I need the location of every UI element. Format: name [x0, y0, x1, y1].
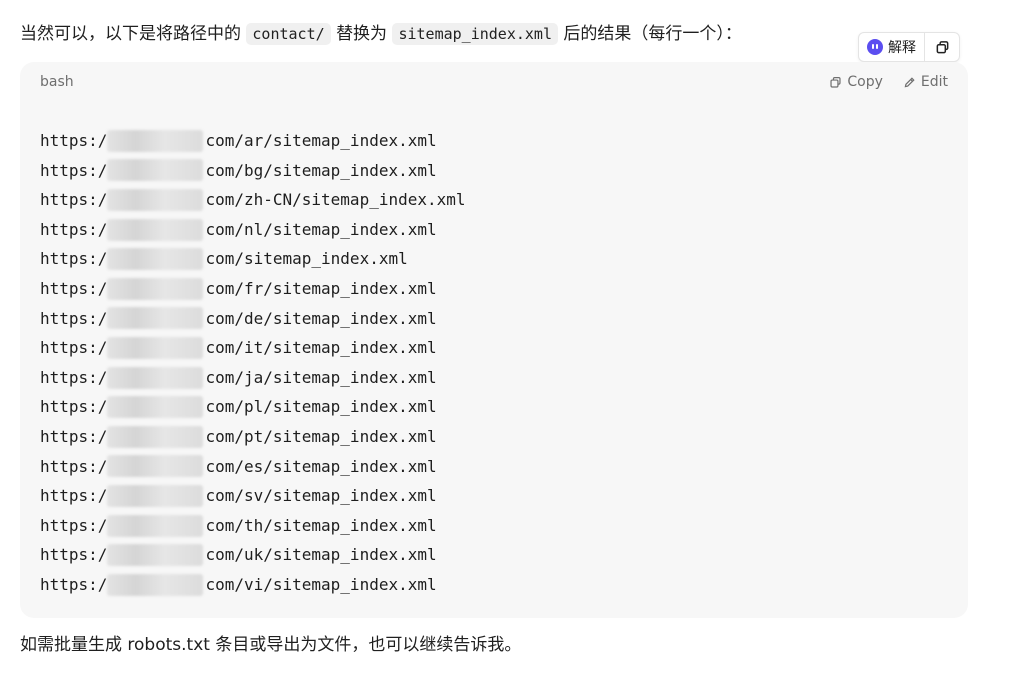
url-path: com/ja/sitemap_index.xml [205, 367, 437, 387]
code-line: https:/ com/bg/sitemap_index.xml [40, 156, 466, 186]
code-line: https:/ com/sitemap_index.xml [40, 244, 466, 274]
redacted-domain [107, 396, 204, 419]
url-path: com/sv/sitemap_index.xml [205, 486, 437, 506]
url-scheme: https:/ [40, 131, 108, 150]
url-path: com/uk/sitemap_index.xml [205, 545, 437, 565]
url-path: com/de/sitemap_index.xml [205, 308, 437, 328]
redacted-domain [107, 573, 204, 596]
redacted-domain [107, 129, 204, 152]
redacted-domain [107, 366, 204, 389]
redacted-domain [107, 248, 204, 271]
redacted-domain [107, 336, 204, 359]
code-line: https:/ com/th/sitemap_index.xml [40, 511, 466, 541]
copy-code-button[interactable]: Copy [829, 74, 883, 90]
code-block: bash Copy Edit https:/ com/ar/sitemap_ind… [20, 62, 968, 618]
code-line: https:/ com/sv/sitemap_index.xml [40, 481, 466, 511]
url-path: com/nl/sitemap_index.xml [205, 219, 437, 239]
redacted-domain [107, 307, 204, 330]
url-scheme: https:/ [40, 190, 108, 210]
inline-code-contact: contact/ [246, 23, 331, 45]
intro-text-middle: 替换为 [336, 24, 388, 44]
code-line: https:/ com/fr/sitemap_index.xml [40, 274, 466, 304]
url-scheme: https:/ [40, 367, 108, 387]
url-path: com/ar/sitemap_index.xml [205, 131, 437, 150]
copy-selection-button[interactable] [924, 33, 959, 61]
explain-label: 解释 [888, 40, 916, 56]
url-path: com/bg/sitemap_index.xml [205, 160, 437, 180]
intro-text-before: 当然可以，以下是将路径中的 [20, 24, 241, 44]
pencil-icon [904, 76, 915, 87]
edit-code-button[interactable]: Edit [903, 74, 948, 90]
url-path: com/zh-CN/sitemap_index.xml [205, 190, 466, 210]
redacted-domain [107, 514, 204, 537]
code-line: https:/ com/zh-CN/sitemap_index.xml [40, 185, 466, 215]
url-path: com/fr/sitemap_index.xml [205, 278, 437, 298]
code-line: https:/ com/uk/sitemap_index.xml [40, 540, 466, 570]
url-scheme: https:/ [40, 278, 108, 298]
code-line: https:/ com/pl/sitemap_index.xml [40, 392, 466, 422]
url-path: com/sitemap_index.xml [205, 249, 408, 269]
floating-toolbar: 解释 [858, 32, 960, 62]
url-scheme: https:/ [40, 249, 108, 269]
code-lines: https:/ com/ar/sitemap_index.xml https:/ c… [40, 126, 466, 600]
url-scheme: https:/ [40, 426, 108, 446]
url-scheme: https:/ [40, 308, 108, 328]
code-line: https:/ com/de/sitemap_index.xml [40, 304, 466, 334]
code-actions: Copy Edit [829, 74, 948, 90]
copy-icon [936, 40, 948, 53]
url-scheme: https:/ [40, 219, 108, 239]
copy-icon [830, 76, 841, 88]
code-line: https:/ com/it/sitemap_index.xml [40, 333, 466, 363]
url-path: com/pt/sitemap_index.xml [205, 426, 437, 446]
url-scheme: https:/ [40, 456, 108, 476]
code-line: https:/ com/ja/sitemap_index.xml [40, 363, 466, 393]
url-scheme: https:/ [40, 545, 108, 565]
bot-icon [867, 39, 883, 55]
redacted-domain [107, 159, 204, 182]
code-line: https:/ com/nl/sitemap_index.xml [40, 215, 466, 245]
code-line: https:/ com/pt/sitemap_index.xml [40, 422, 466, 452]
url-path: com/es/sitemap_index.xml [205, 456, 437, 476]
edit-label: Edit [920, 74, 948, 90]
redacted-domain [107, 484, 204, 507]
url-scheme: https:/ [40, 397, 108, 417]
inline-code-sitemap: sitemap_index.xml [392, 23, 558, 45]
code-line: https:/ com/ar/sitemap_index.xml [40, 126, 466, 156]
url-scheme: https:/ [40, 574, 108, 594]
url-path: com/vi/sitemap_index.xml [205, 574, 437, 594]
explain-button[interactable]: 解释 [859, 33, 924, 61]
redacted-domain [107, 544, 204, 567]
url-path: com/it/sitemap_index.xml [205, 338, 437, 358]
code-line: https:/ com/vi/sitemap_index.xml [40, 570, 466, 600]
outro-paragraph: 如需批量生成 robots.txt 条目或导出为文件，也可以继续告诉我。 [20, 635, 522, 655]
redacted-domain [107, 188, 204, 211]
copy-label: Copy [847, 74, 883, 90]
redacted-domain [107, 455, 204, 478]
redacted-domain [107, 425, 204, 448]
intro-text-after: 后的结果（每行一个）： [563, 24, 742, 44]
redacted-domain [107, 218, 204, 241]
code-line: https:/ com/es/sitemap_index.xml [40, 452, 466, 482]
url-scheme: https:/ [40, 515, 108, 535]
intro-paragraph: 当然可以，以下是将路径中的 contact/ 替换为 sitemap_index… [20, 20, 742, 48]
url-scheme: https:/ [40, 486, 108, 506]
url-scheme: https:/ [40, 338, 108, 358]
redacted-domain [107, 277, 204, 300]
code-language-label: bash [40, 74, 74, 90]
url-path: com/th/sitemap_index.xml [205, 515, 437, 535]
url-scheme: https:/ [40, 160, 108, 180]
url-path: com/pl/sitemap_index.xml [205, 397, 437, 417]
